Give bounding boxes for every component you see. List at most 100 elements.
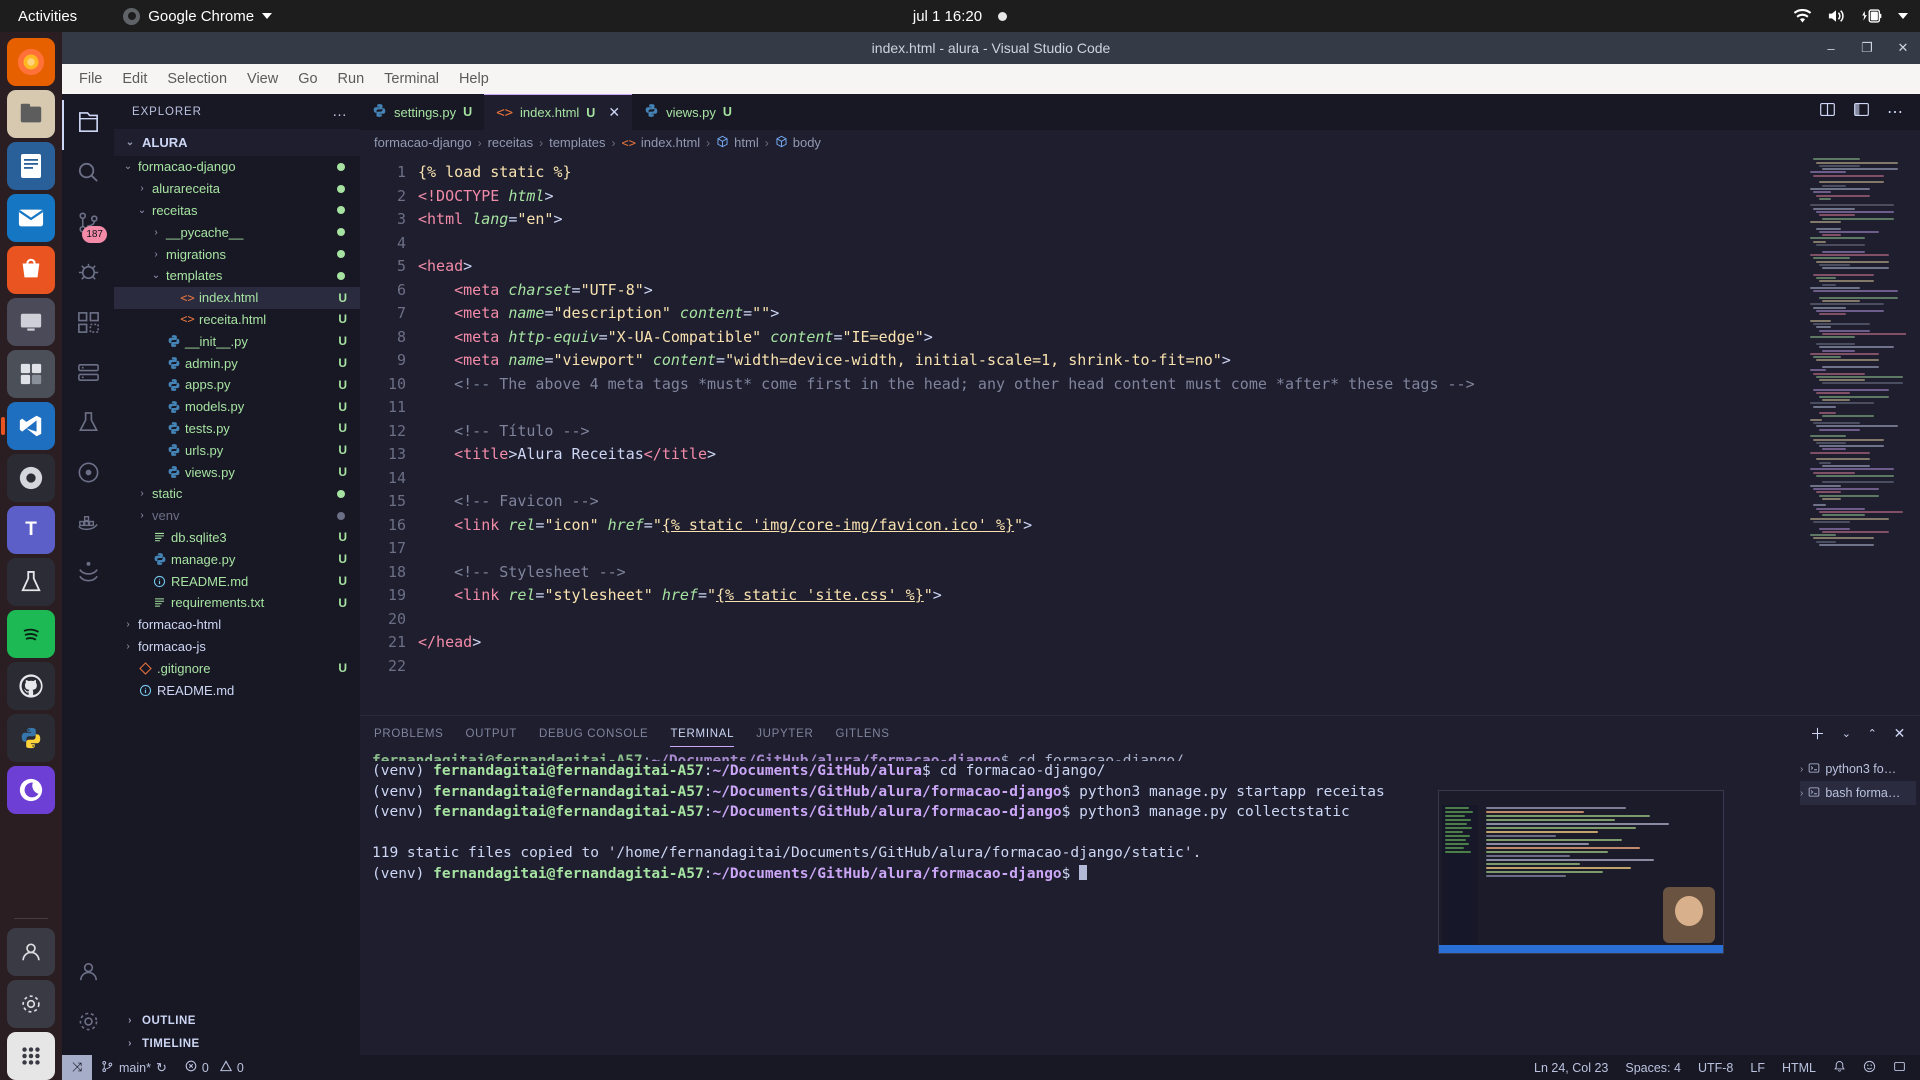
code-line[interactable]: <!-- Stylesheet --> bbox=[418, 561, 1920, 585]
tree-item-tests-py[interactable]: tests.py U bbox=[114, 418, 360, 440]
code-line[interactable]: <!-- Título --> bbox=[418, 420, 1920, 444]
code-line[interactable]: <meta charset="UTF-8"> bbox=[418, 279, 1920, 303]
tree-item-manage-py[interactable]: manage.py U bbox=[114, 548, 360, 570]
code-line[interactable]: <!DOCTYPE html> bbox=[418, 185, 1920, 209]
screen-share-thumbnail[interactable] bbox=[1438, 790, 1724, 954]
breadcrumb-item-index-html[interactable]: <> index.html bbox=[621, 135, 700, 150]
line-ending[interactable]: LF bbox=[1750, 1061, 1765, 1075]
menu-edit[interactable]: Edit bbox=[113, 68, 156, 90]
encoding[interactable]: UTF-8 bbox=[1698, 1061, 1733, 1075]
panel-tab-gitlens[interactable]: GITLENS bbox=[835, 716, 889, 751]
dock-item-settings[interactable] bbox=[7, 980, 55, 1028]
sidebar-item-remote-explorer[interactable] bbox=[62, 350, 114, 400]
code-line[interactable]: {% load static %} bbox=[418, 161, 1920, 185]
sidebar-item-jupyter[interactable] bbox=[62, 550, 114, 600]
sidebar-item-extensions[interactable] bbox=[62, 300, 114, 350]
sync-icon[interactable]: ↻ bbox=[156, 1060, 167, 1076]
close-icon[interactable]: ✕ bbox=[608, 104, 620, 121]
more-actions-icon[interactable]: ⋯ bbox=[1887, 102, 1904, 122]
tree-item-venv[interactable]: › venv bbox=[114, 505, 360, 527]
dock-item-microsoft-teams[interactable]: T bbox=[7, 506, 55, 554]
menu-terminal[interactable]: Terminal bbox=[375, 68, 448, 90]
tree-item-index-html[interactable]: <> index.html U bbox=[114, 286, 360, 309]
terminal-list-item[interactable]: › bash forma… bbox=[1800, 781, 1916, 805]
menu-view[interactable]: View bbox=[238, 68, 287, 90]
code-line[interactable] bbox=[418, 232, 1920, 256]
code-line[interactable]: <link rel="icon" href="{% static 'img/co… bbox=[418, 514, 1920, 538]
layout-icon[interactable] bbox=[1853, 101, 1870, 123]
tab-settings-py[interactable]: settings.py U bbox=[360, 94, 485, 130]
sidebar-item-gitlens[interactable] bbox=[62, 450, 114, 500]
dock-item-visual-studio-code[interactable] bbox=[1, 402, 55, 450]
code-line[interactable]: <!-- The above 4 meta tags *must* come f… bbox=[418, 373, 1920, 397]
code-content[interactable]: {% load static %} <!DOCTYPE html> <html la… bbox=[418, 155, 1920, 715]
code-line[interactable]: </head> bbox=[418, 631, 1920, 655]
sidebar-item-explorer[interactable] bbox=[62, 100, 114, 150]
code-line[interactable] bbox=[418, 655, 1920, 679]
tree-item-models-py[interactable]: models.py U bbox=[114, 396, 360, 418]
code-line[interactable]: <html lang="en"> bbox=[418, 208, 1920, 232]
workspace-root-row[interactable]: ⌄ ALURA bbox=[114, 129, 360, 156]
breadcrumb-item-templates[interactable]: templates bbox=[549, 135, 605, 150]
chevron-down-icon[interactable]: ⌄ bbox=[1842, 727, 1852, 740]
menu-selection[interactable]: Selection bbox=[158, 68, 236, 90]
breadcrumb-item-body[interactable]: body bbox=[775, 135, 821, 151]
code-line[interactable]: <meta name="viewport" content="width=dev… bbox=[418, 349, 1920, 373]
dock-item-files[interactable] bbox=[7, 90, 55, 138]
dock-item-flask[interactable] bbox=[7, 558, 55, 606]
breadcrumb-item-html[interactable]: html bbox=[716, 135, 759, 151]
clock[interactable]: jul 1 16:20 bbox=[830, 8, 1090, 25]
code-line[interactable] bbox=[418, 608, 1920, 632]
code-line[interactable]: <meta http-equiv="X-UA-Compatible" conte… bbox=[418, 326, 1920, 350]
dock-item-libreoffice-writer[interactable] bbox=[7, 142, 55, 190]
dock-item-github-desktop[interactable] bbox=[7, 662, 55, 710]
tree-item--init-py[interactable]: __init__.py U bbox=[114, 330, 360, 352]
menu-go[interactable]: Go bbox=[289, 68, 326, 90]
sidebar-item-timeline[interactable]: › TIMELINE bbox=[114, 1032, 360, 1055]
tree-item-formacao-js[interactable]: › formacao-js bbox=[114, 636, 360, 658]
code-line[interactable] bbox=[418, 467, 1920, 491]
tree-item-receita-html[interactable]: <> receita.html U bbox=[114, 309, 360, 331]
dock-item-spotify[interactable] bbox=[7, 610, 55, 658]
panel-tab-terminal[interactable]: TERMINAL bbox=[670, 716, 734, 751]
dock-item-obs-studio[interactable] bbox=[7, 454, 55, 502]
language-mode[interactable]: HTML bbox=[1782, 1061, 1816, 1075]
sidebar-item-testing[interactable] bbox=[62, 400, 114, 450]
dock-item-thunderbird[interactable] bbox=[7, 194, 55, 242]
tree-item-alurareceita[interactable]: › alurareceita bbox=[114, 178, 360, 200]
tab-index-html[interactable]: <> index.html U ✕ bbox=[484, 94, 633, 130]
dock-item-python[interactable] bbox=[7, 714, 55, 762]
code-line[interactable] bbox=[418, 396, 1920, 420]
panel-tab-debug-console[interactable]: DEBUG CONSOLE bbox=[539, 716, 648, 751]
minimap[interactable] bbox=[1810, 155, 1906, 715]
close-panel-icon[interactable]: ✕ bbox=[1894, 725, 1906, 742]
tree-item-requirements-txt[interactable]: requirements.txt U bbox=[114, 592, 360, 614]
tree-item-urls-py[interactable]: urls.py U bbox=[114, 439, 360, 461]
breadcrumb-item-formacao-django[interactable]: formacao-django bbox=[374, 135, 472, 150]
tree-item-apps-py[interactable]: apps.py U bbox=[114, 374, 360, 396]
close-button[interactable]: ✕ bbox=[1894, 40, 1912, 56]
code-editor[interactable]: 1 2 3 4 5 6 7 8 9 10 11 12 13 14 15 16 17 18 19 20 21 22 {% l… bbox=[360, 155, 1920, 715]
dock-item-user-account[interactable] bbox=[7, 928, 55, 976]
code-line[interactable]: <title>Alura Receitas</title> bbox=[418, 443, 1920, 467]
panel-tab-output[interactable]: OUTPUT bbox=[466, 716, 517, 751]
sidebar-item-run-and-debug[interactable] bbox=[62, 250, 114, 300]
dock-item-ubuntu-software[interactable] bbox=[7, 246, 55, 294]
tree-item-db-sqlite3[interactable]: db.sqlite3 U bbox=[114, 527, 360, 549]
remote-indicator[interactable]: ⤨ bbox=[62, 1055, 93, 1080]
code-line[interactable] bbox=[418, 537, 1920, 561]
new-terminal-icon[interactable]: ＋ bbox=[1810, 723, 1826, 744]
code-line[interactable]: <link rel="stylesheet" href="{% static '… bbox=[418, 584, 1920, 608]
tree-item-static[interactable]: › static bbox=[114, 483, 360, 505]
code-line[interactable]: <meta name="description" content=""> bbox=[418, 302, 1920, 326]
minimize-button[interactable]: – bbox=[1822, 41, 1840, 56]
breadcrumb-item-receitas[interactable]: receitas bbox=[488, 135, 534, 150]
tree-item-views-py[interactable]: views.py U bbox=[114, 461, 360, 483]
menu-run[interactable]: Run bbox=[329, 68, 374, 90]
dock-item-remmina[interactable] bbox=[7, 298, 55, 346]
menu-help[interactable]: Help bbox=[450, 68, 498, 90]
split-editor-icon[interactable] bbox=[1819, 101, 1836, 123]
tree-item-receitas[interactable]: ⌄ receitas bbox=[114, 200, 360, 222]
dock-item-firefox[interactable] bbox=[7, 38, 55, 86]
tree-item--gitignore[interactable]: .gitignore U bbox=[114, 657, 360, 679]
